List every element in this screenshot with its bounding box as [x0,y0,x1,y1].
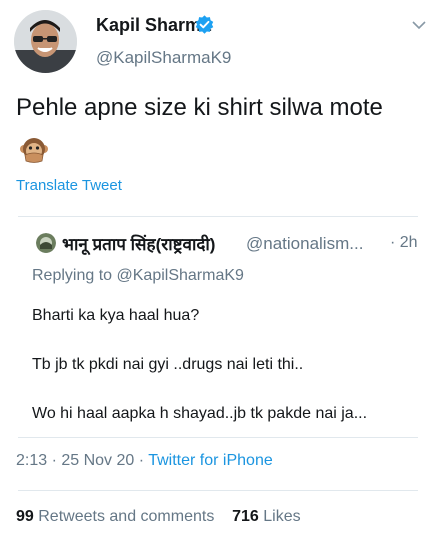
likes-count: 716 [232,508,259,525]
translate-tweet-link[interactable]: Translate Tweet [16,177,122,194]
time-date[interactable]: 2:13 · 25 Nov 20 · [16,452,144,469]
author-handle[interactable]: @KapilSharmaK9 [96,48,231,68]
quoted-author-name[interactable]: भानू प्रताप सिंह(राष्ट्रवादी) [62,232,215,255]
quoted-text-line: Wo hi haal aapka h shayad..jb tk pakde n… [32,405,368,422]
author-avatar[interactable] [14,10,77,73]
quoted-timestamp[interactable]: · 2h [390,234,418,252]
divider [18,437,418,438]
retweets-label: Retweets and comments [38,508,215,525]
divider [18,216,418,217]
replying-prefix: Replying to [32,267,113,284]
retweets-stat[interactable]: 99 Retweets and comments [16,508,214,525]
replying-handle[interactable]: @KapilSharmaK9 [117,267,244,284]
quoted-text-line: Bharti ka kya haal hua? [32,307,200,324]
speak-no-evil-monkey-icon [19,136,49,164]
tweet-text: Pehle apne size ki shirt silwa mote [16,94,383,121]
likes-label: Likes [263,508,301,525]
chevron-down-icon[interactable] [411,18,427,30]
quoted-author-handle[interactable]: @nationalism... [246,234,363,254]
retweets-count: 99 [16,508,34,525]
likes-stat[interactable]: 716 Likes [232,508,301,525]
source-link[interactable]: Twitter for iPhone [148,452,273,469]
divider [18,490,418,491]
replying-to: Replying to @KapilSharmaK9 [32,267,244,285]
tweet-stats: 99 Retweets and comments 716 Likes [16,508,301,526]
verified-badge-icon [194,14,215,35]
tweet-timestamp: 2:13 · 25 Nov 20 · Twitter for iPhone [16,452,273,470]
quoted-author-avatar[interactable] [36,233,56,253]
quoted-text-line: Tb jb tk pkdi nai gyi ..drugs nai leti t… [32,356,304,373]
